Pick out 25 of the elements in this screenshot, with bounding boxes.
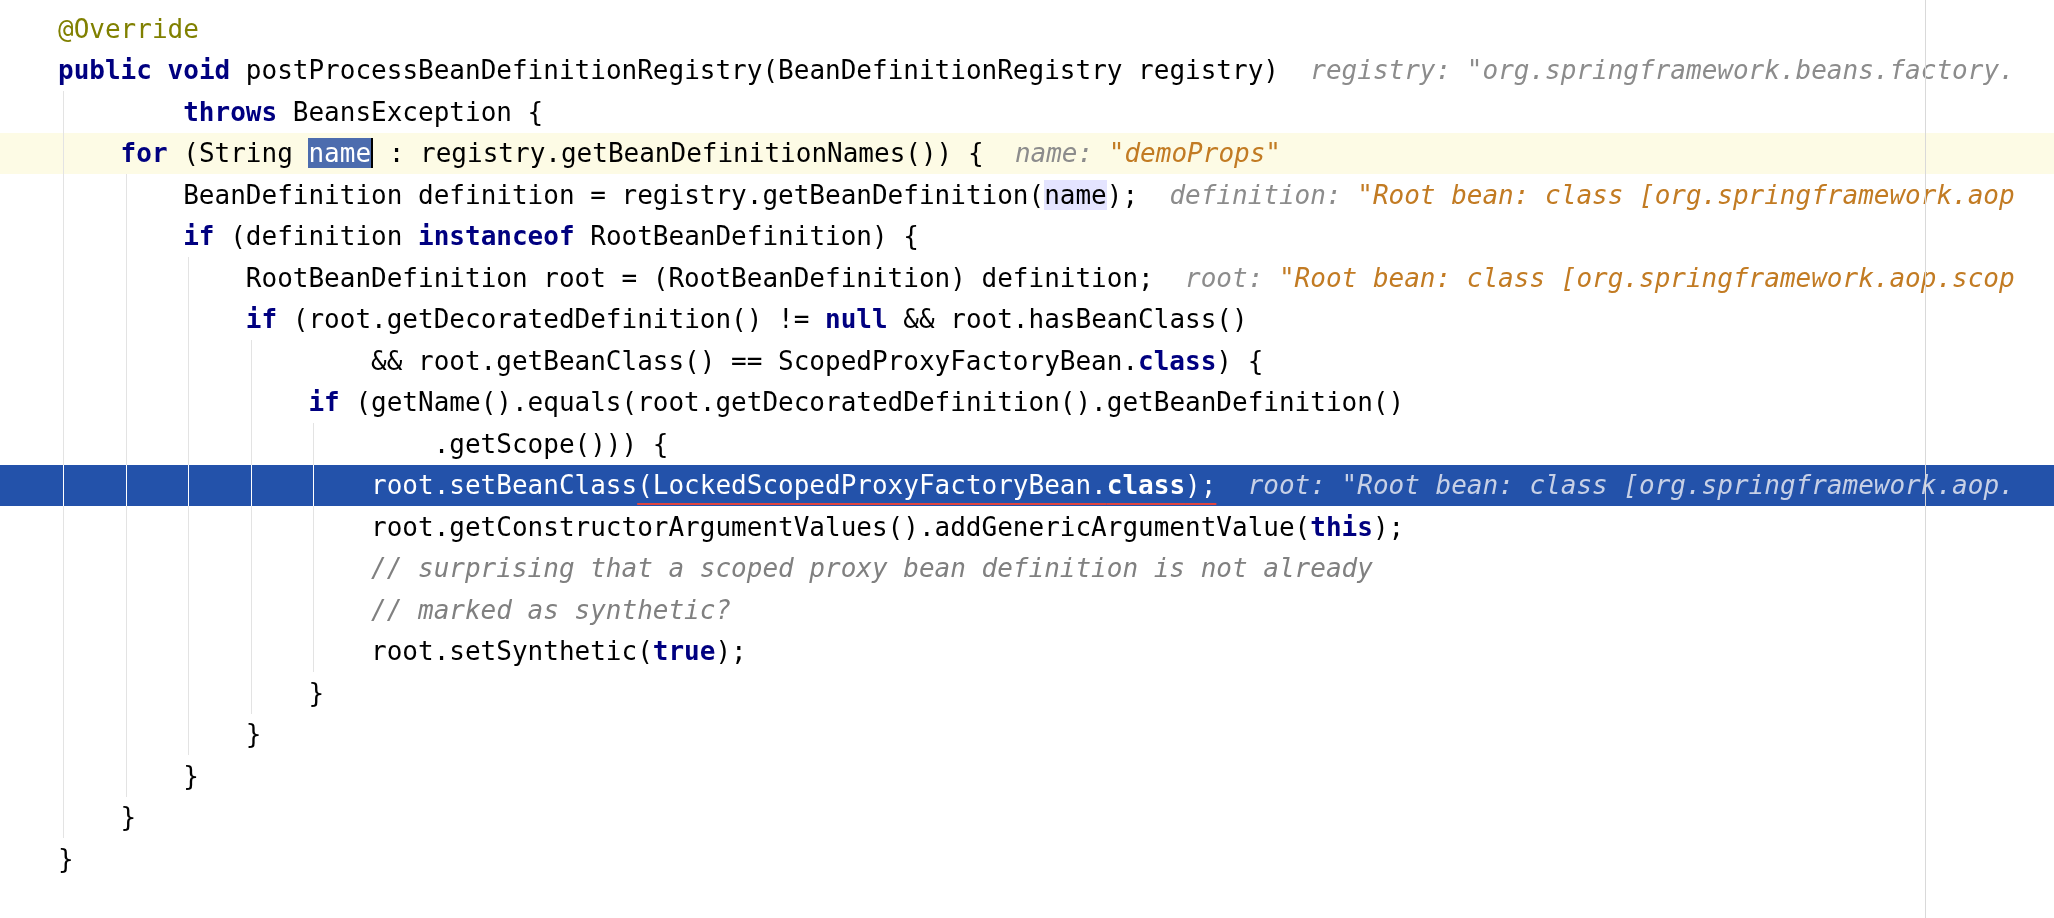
debug-value: registry: "org.springframework.beans.factory. bbox=[1310, 54, 2015, 88]
code-line: root.setBeanClass(LockedScopedProxyFactoryBean.class); bbox=[58, 464, 1217, 506]
code-line: } bbox=[58, 796, 137, 838]
code-line: root.setSynthetic(true); bbox=[58, 630, 747, 672]
debug-value: root: "Root bean: class [org.springframework.aop.scop bbox=[1185, 261, 2015, 295]
code-line: if (getName().equals(root.getDecoratedDefinition().getBeanDefinition() bbox=[58, 381, 1405, 423]
code-line: } bbox=[58, 842, 74, 876]
code-line: public void postProcessBeanDefinitionRegistry(BeanDefinitionRegistry registry) bbox=[58, 54, 1279, 88]
code-line: throws BeansException { bbox=[58, 91, 544, 133]
code-line: // surprising that a scoped proxy bean definition is not already bbox=[58, 547, 1373, 589]
code-line: if (definition instanceof RootBeanDefinition) { bbox=[58, 215, 919, 257]
code-line: RootBeanDefinition root = (RootBeanDefinition) definition; bbox=[58, 257, 1154, 299]
code-line: } bbox=[58, 713, 262, 755]
debug-value: name: "demoProps" bbox=[1014, 137, 1281, 171]
code-line: @Override bbox=[58, 12, 199, 46]
code-line: for (String name : registry.getBeanDefinitionNames()) { bbox=[58, 132, 984, 174]
code-line: } bbox=[58, 755, 199, 797]
code-line: // marked as synthetic? bbox=[58, 589, 732, 631]
debug-value: definition: "Root bean: class [org.springframework.aop bbox=[1169, 178, 2015, 212]
code-line: root.getConstructorArgumentValues().addGenericArgumentValue(this); bbox=[58, 506, 1405, 548]
code-line: BeanDefinition definition = registry.getBeanDefinition(name); bbox=[58, 174, 1139, 216]
code-line: && root.getBeanClass() == ScopedProxyFactoryBean.class) { bbox=[58, 340, 1264, 382]
code-line: if (root.getDecoratedDefinition() != null && root.hasBeanClass() bbox=[58, 298, 1248, 340]
code-line: } bbox=[58, 672, 325, 714]
code-line: .getScope())) { bbox=[58, 423, 669, 465]
